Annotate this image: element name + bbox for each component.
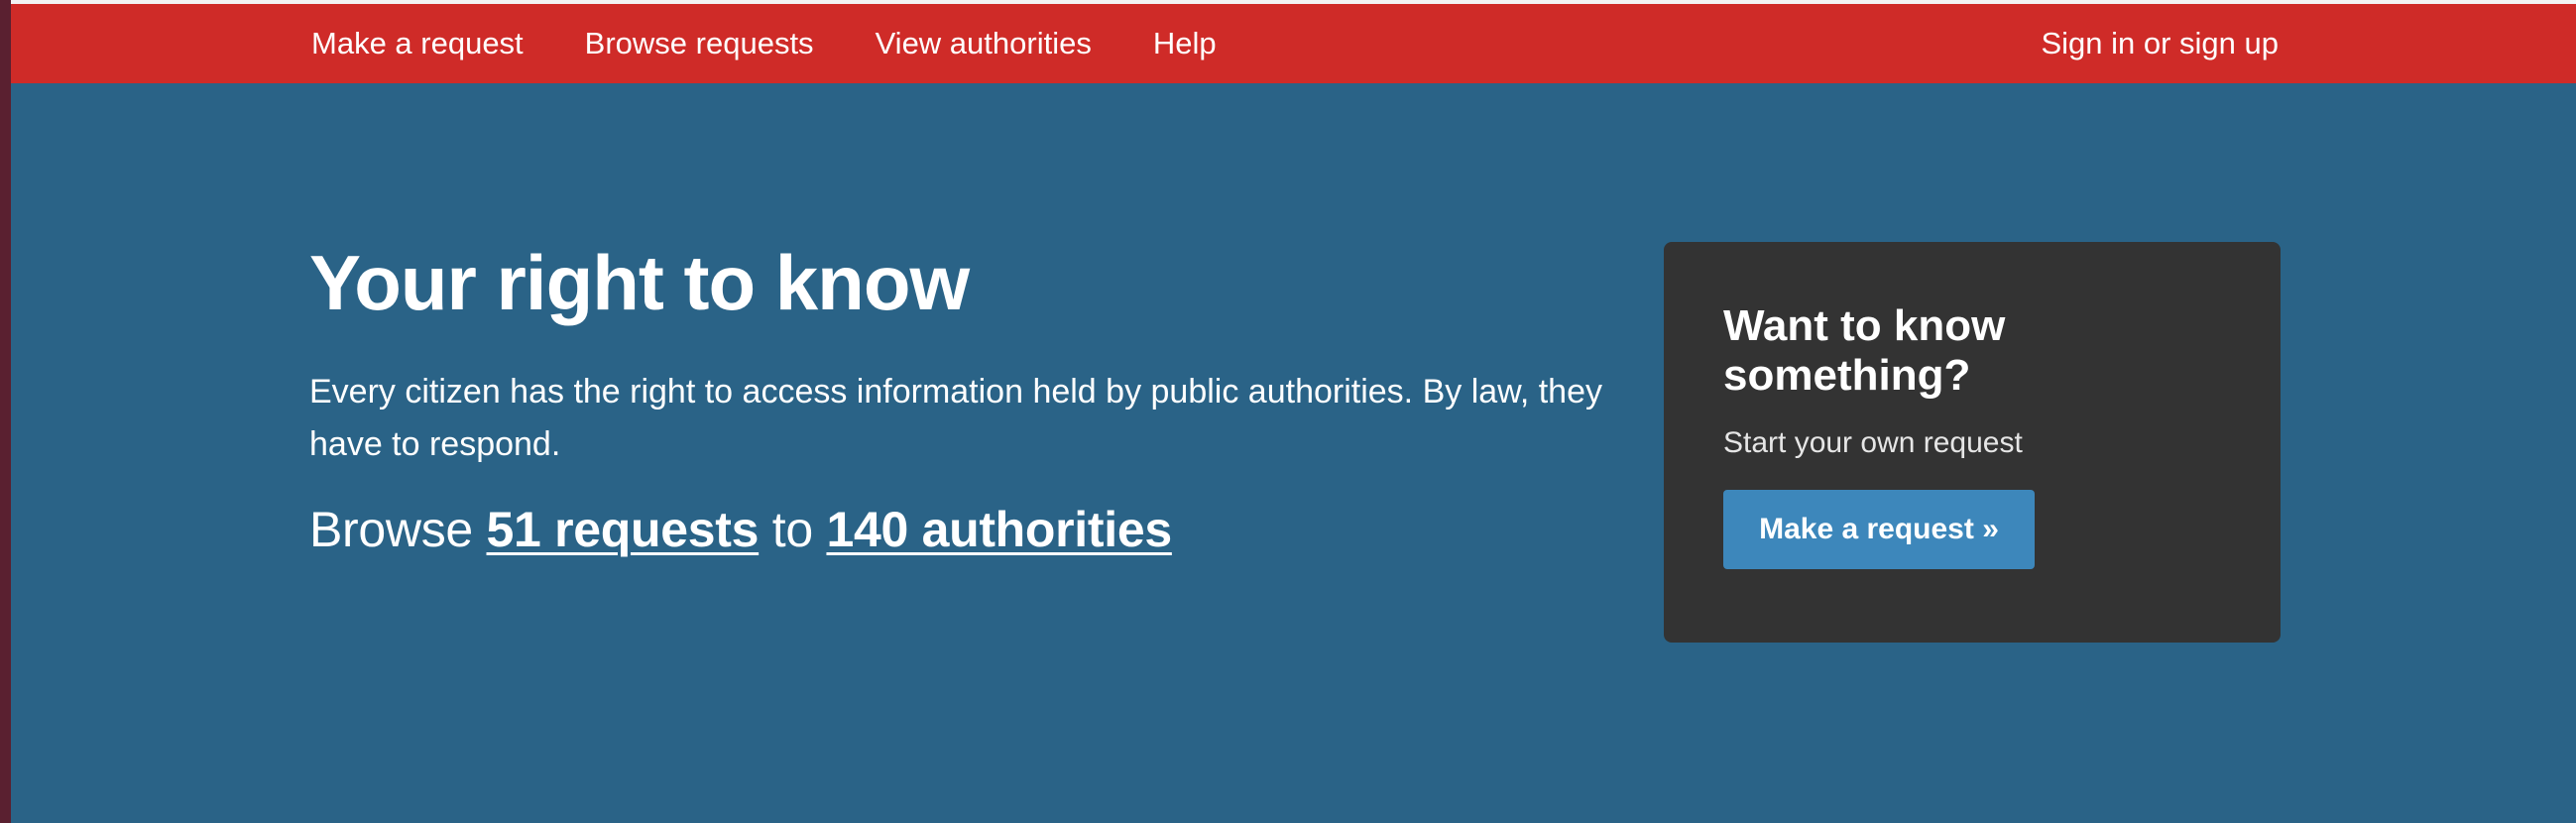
request-card: Want to know something? Start your own r… bbox=[1664, 242, 2281, 643]
make-request-button[interactable]: Make a request » bbox=[1723, 490, 2035, 569]
card-subtitle: Start your own request bbox=[1723, 426, 2023, 459]
page-title: Your right to know bbox=[309, 239, 970, 326]
browse-summary: Browse 51 requests to 140 authorities bbox=[309, 501, 1628, 557]
requests-count-link[interactable]: 51 requests bbox=[487, 502, 760, 557]
authorities-count-link[interactable]: 140 authorities bbox=[826, 502, 1172, 557]
nav-browse-requests[interactable]: Browse requests bbox=[585, 26, 814, 61]
hero-description: Every citizen has the right to access in… bbox=[309, 372, 1602, 463]
browse-middle: to bbox=[771, 501, 827, 557]
hero-content: Your right to know Every citizen has the… bbox=[309, 239, 1628, 557]
card-title: Want to know something? bbox=[1723, 301, 2006, 400]
top-navigation-bar: Make a request Browse requests View auth… bbox=[0, 0, 2576, 83]
nav-make-request[interactable]: Make a request bbox=[311, 26, 524, 61]
browse-prefix: Browse bbox=[309, 501, 487, 557]
main-navigation: Make a request Browse requests View auth… bbox=[311, 4, 1217, 83]
nav-help[interactable]: Help bbox=[1153, 26, 1217, 61]
nav-view-authorities[interactable]: View authorities bbox=[876, 26, 1092, 61]
browser-left-edge bbox=[0, 0, 11, 823]
sign-in-link[interactable]: Sign in or sign up bbox=[2041, 4, 2279, 83]
